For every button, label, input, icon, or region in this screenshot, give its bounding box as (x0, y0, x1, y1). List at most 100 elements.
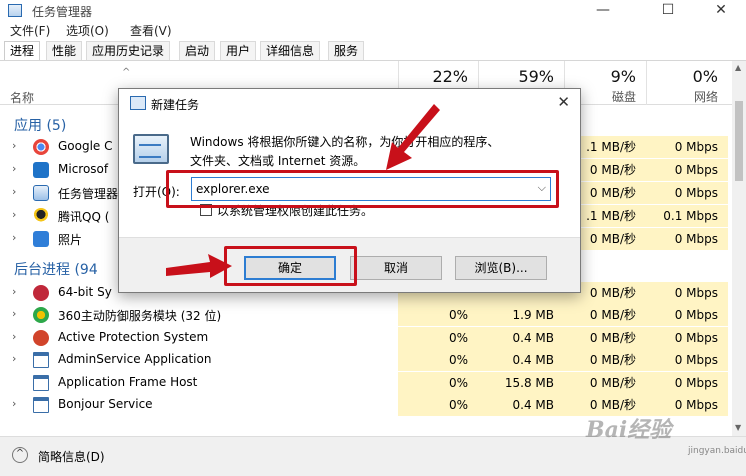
section-apps: 应用 (5) (14, 118, 67, 134)
window-title: 任务管理器 (32, 5, 93, 19)
vertical-scrollbar[interactable]: ▲ ▼ (732, 61, 746, 436)
tab-details[interactable]: 详细信息 (260, 41, 321, 61)
process-name: Bonjour Service (58, 397, 153, 411)
process-name: Active Protection System (58, 330, 209, 344)
service-icon (33, 352, 49, 368)
expand-chevron-icon[interactable]: › (12, 307, 16, 320)
photos-icon (33, 231, 49, 247)
disk-cell: 0 MB/秒 (564, 372, 646, 394)
network-cell: 0 Mbps (646, 136, 728, 158)
synaptics-icon (33, 285, 49, 301)
title-bar: 任务管理器 — ☐ ✕ (0, 0, 746, 22)
scroll-up-icon[interactable]: ▲ (735, 63, 741, 72)
network-cell: 0 Mbps (646, 159, 728, 181)
minimize-button[interactable]: — (580, 0, 626, 22)
network-cell: 0 Mbps (646, 304, 728, 326)
collapse-up-icon[interactable]: ^ (12, 447, 28, 463)
expand-chevron-icon[interactable]: › (12, 162, 16, 175)
column-name[interactable]: 名称 (10, 89, 34, 106)
table-row[interactable]: › Active Protection System 0% 0.4 MB 0 M… (0, 327, 732, 349)
memory-cell: 1.9 MB (478, 304, 564, 326)
process-name: Microsof (58, 162, 109, 176)
process-name: Application Frame Host (58, 375, 198, 389)
table-row[interactable]: › 360主动防御服务模块 (32 位) 0% 1.9 MB 0 MB/秒 0 … (0, 304, 732, 326)
network-cell: 0 Mbps (646, 349, 728, 371)
process-name: 照片 (58, 233, 83, 247)
menu-options[interactable]: 选项(O) (66, 22, 109, 39)
expand-chevron-icon[interactable]: › (12, 285, 16, 298)
table-row[interactable]: Application Frame Host 0% 15.8 MB 0 MB/秒… (0, 372, 732, 394)
network-cell: 0 Mbps (646, 182, 728, 204)
dialog-title: 新建任务 (151, 98, 200, 112)
tab-startup[interactable]: 启动 (179, 41, 216, 61)
description-line: Windows 将根据你所键入的名称，为你打开相应的程序、 (190, 135, 500, 149)
cpu-cell: 0% (398, 327, 478, 349)
watermark-url: jingyan.baidu.com (688, 446, 746, 456)
scroll-thumb[interactable] (735, 101, 743, 181)
360-icon (33, 307, 49, 323)
description-line: 文件夹、文档或 Internet 资源。 (190, 154, 366, 168)
tab-app-history[interactable]: 应用历史记录 (86, 41, 171, 61)
highlight-box-input (166, 170, 559, 208)
expand-chevron-icon[interactable]: › (12, 231, 16, 244)
cpu-cell: 0% (398, 394, 478, 416)
cancel-button[interactable]: 取消 (350, 256, 442, 280)
task-manager-icon (8, 4, 22, 17)
dialog-description: Windows 将根据你所键入的名称，为你打开相应的程序、 文件夹、文档或 In… (190, 133, 550, 171)
network-percent: 0% (692, 67, 718, 86)
memory-cell: 0.4 MB (478, 394, 564, 416)
maximize-button[interactable]: ☐ (645, 0, 691, 22)
highlight-box-ok (224, 246, 357, 286)
table-row[interactable]: › AdminService Application 0% 0.4 MB 0 M… (0, 349, 732, 371)
fewer-details-link[interactable]: 简略信息(D) (38, 448, 105, 465)
tab-users[interactable]: 用户 (220, 41, 257, 61)
tab-performance[interactable]: 性能 (46, 41, 83, 61)
disk-cell: 0 MB/秒 (564, 327, 646, 349)
disk-label: 磁盘 (611, 90, 636, 104)
close-button[interactable]: ✕ (698, 0, 744, 22)
edge-icon (33, 162, 49, 178)
memory-cell: 0.4 MB (478, 327, 564, 349)
cpu-cell: 0% (398, 304, 478, 326)
expand-chevron-icon[interactable]: › (12, 139, 16, 152)
qq-icon (33, 208, 49, 224)
cpu-cell: 0% (398, 349, 478, 371)
service-icon (33, 397, 49, 413)
disk-percent: 9% (610, 67, 636, 86)
expand-chevron-icon[interactable]: › (12, 330, 16, 343)
column-network[interactable]: 0% 网络 (646, 61, 728, 105)
dialog-close-button[interactable]: ✕ (557, 93, 570, 111)
menu-file[interactable]: 文件(F) (10, 22, 50, 39)
expand-chevron-icon[interactable]: › (12, 208, 16, 221)
watermark-logo: Bai经验 (586, 417, 672, 443)
cpu-cell: 0% (398, 372, 478, 394)
expand-chevron-icon[interactable]: › (12, 397, 16, 410)
browse-button[interactable]: 浏览(B)... (455, 256, 547, 280)
service-icon (33, 375, 49, 391)
run-large-icon (133, 134, 169, 164)
taskmgr-icon (33, 185, 49, 201)
section-background: 后台进程 (94 (14, 262, 98, 278)
process-name: 任务管理器 (58, 187, 119, 201)
run-icon (130, 96, 146, 110)
tab-services[interactable]: 服务 (328, 41, 365, 61)
disk-cell: 0 MB/秒 (564, 349, 646, 371)
network-cell: 0 Mbps (646, 327, 728, 349)
memory-cell: 15.8 MB (478, 372, 564, 394)
sort-caret-icon: ^ (122, 67, 131, 78)
menu-view[interactable]: 查看(V) (130, 22, 172, 39)
process-name: 360主动防御服务模块 (32 位) (58, 309, 222, 323)
process-name: Google C (58, 139, 113, 153)
memory-cell: 0.4 MB (478, 349, 564, 371)
tab-processes[interactable]: 进程 (4, 41, 41, 61)
network-cell: 0 Mbps (646, 372, 728, 394)
network-cell: 0.1 Mbps (646, 205, 728, 227)
process-name: 64-bit Sy (58, 285, 112, 299)
expand-chevron-icon[interactable]: › (12, 352, 16, 365)
process-name: 腾讯QQ ( (58, 210, 110, 224)
network-label: 网络 (693, 90, 718, 104)
expand-chevron-icon[interactable]: › (12, 185, 16, 198)
network-cell: 0 Mbps (646, 228, 728, 250)
chrome-icon (33, 139, 49, 155)
scroll-down-icon[interactable]: ▼ (735, 423, 741, 432)
